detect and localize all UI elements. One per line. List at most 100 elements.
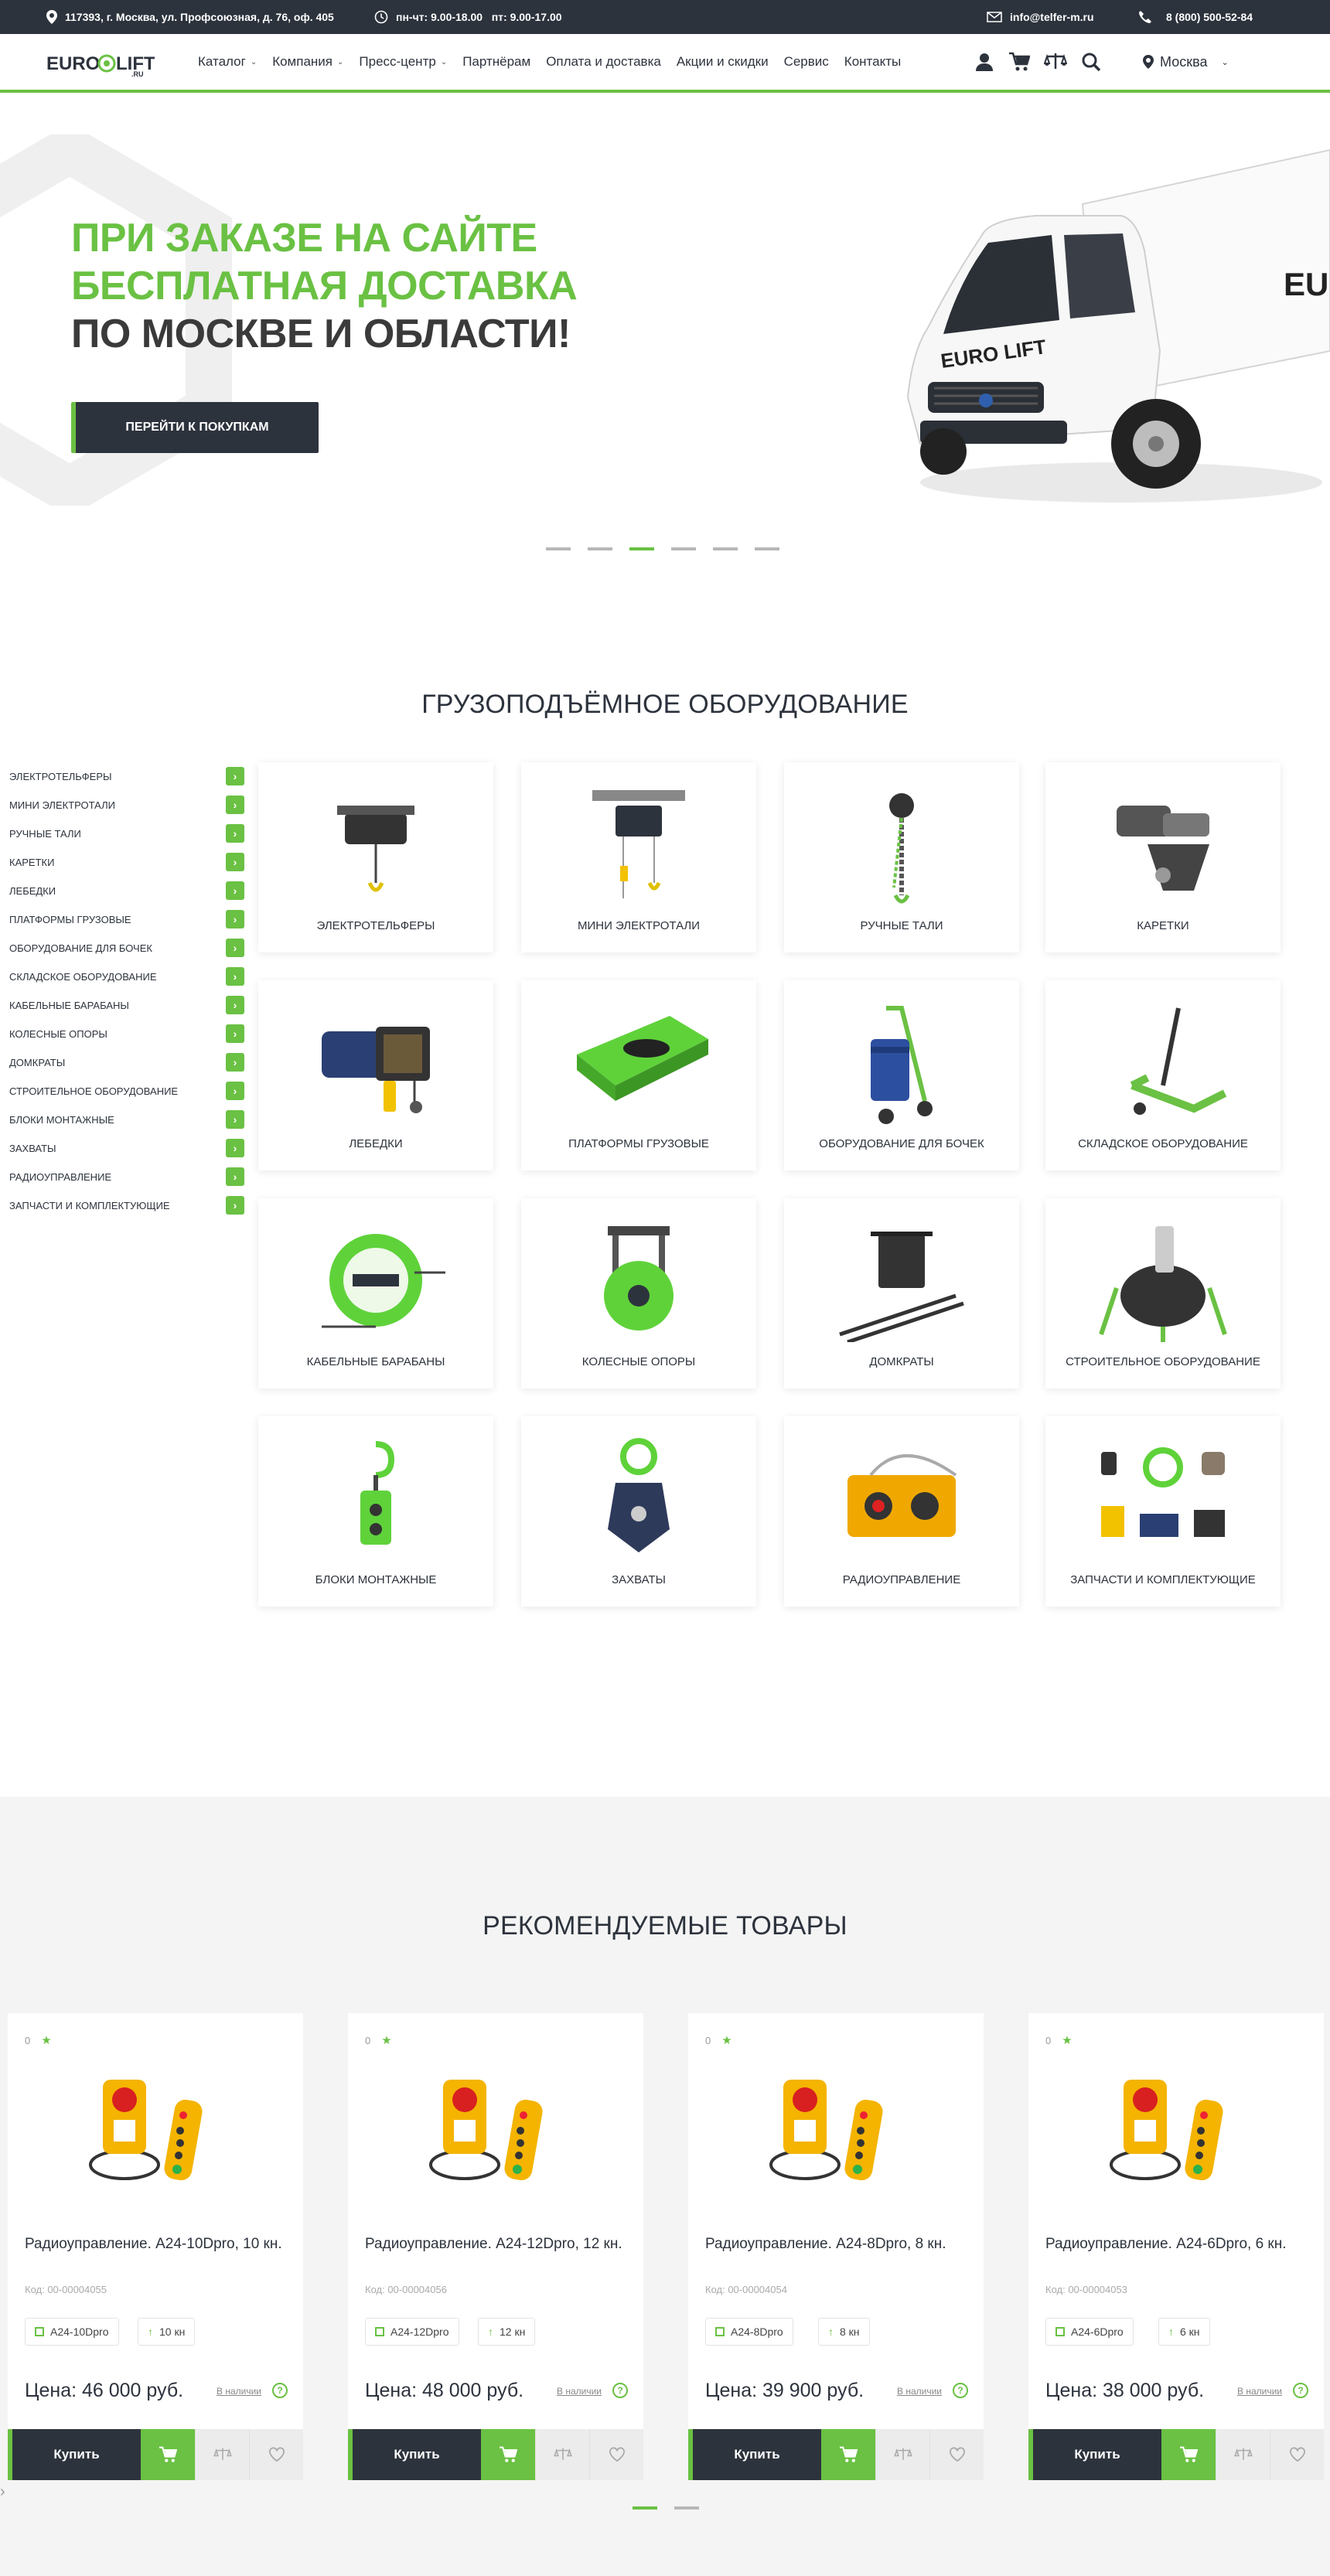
slider-dot[interactable] (674, 2506, 699, 2510)
compare-button[interactable] (535, 2429, 589, 2480)
sidebar-item[interactable]: СКЛАДСКОЕ ОБОРУДОВАНИЕ › (9, 963, 244, 991)
city-selector[interactable]: Москва ⌄ (1143, 34, 1229, 90)
chevron-right-icon[interactable]: › (226, 1024, 244, 1043)
sidebar-item[interactable]: МИНИ ЭЛЕКТРОТАЛИ › (9, 791, 244, 819)
compare-button[interactable] (195, 2429, 249, 2480)
slider-dot[interactable] (755, 547, 779, 550)
category-card[interactable]: КАБЕЛЬНЫЕ БАРАБАНЫ (258, 1198, 493, 1389)
slider-dot[interactable] (671, 547, 696, 550)
buy-button[interactable]: Купить (8, 2429, 141, 2480)
category-card[interactable]: ДОМКРАТЫ (784, 1198, 1019, 1389)
nav-service[interactable]: Сервис (784, 54, 829, 70)
category-card[interactable]: МИНИ ЭЛЕКТРОТАЛИ (521, 762, 756, 952)
chevron-right-icon[interactable]: › (226, 1167, 244, 1186)
sidebar-item[interactable]: ДОМКРАТЫ › (9, 1048, 244, 1077)
chevron-right-icon[interactable]: › (226, 939, 244, 957)
phone-link[interactable]: 8 (800) 500-52-84 (1138, 0, 1253, 34)
sidebar-item[interactable]: КАРЕТКИ › (9, 848, 244, 877)
sidebar-item[interactable]: ПЛАТФОРМЫ ГРУЗОВЫЕ › (9, 905, 244, 934)
carousel-left-arrow[interactable]: › (0, 2483, 12, 2502)
product-image[interactable] (759, 2056, 913, 2196)
chevron-right-icon[interactable]: › (226, 796, 244, 814)
sidebar-item[interactable]: БЛОКИ МОНТАЖНЫЕ › (9, 1106, 244, 1134)
cart-icon[interactable] (1008, 52, 1030, 72)
chevron-right-icon[interactable]: › (226, 1082, 244, 1100)
slider-dot[interactable] (588, 547, 612, 550)
sidebar-item[interactable]: ОБОРУДОВАНИЕ ДЛЯ БОЧЕК › (9, 934, 244, 963)
buy-button[interactable]: Купить (1028, 2429, 1161, 2480)
phone-text[interactable]: 8 (800) 500-52-84 (1166, 11, 1253, 23)
chevron-right-icon[interactable]: › (226, 1110, 244, 1129)
buy-button[interactable]: Купить (688, 2429, 821, 2480)
favorite-button[interactable] (929, 2429, 984, 2480)
info-icon[interactable]: ? (953, 2383, 968, 2398)
favorite-button[interactable] (589, 2429, 643, 2480)
product-image[interactable] (418, 2056, 573, 2196)
nav-promo[interactable]: Акции и скидки (677, 54, 769, 70)
chevron-right-icon[interactable]: › (226, 1196, 244, 1215)
slider-dot[interactable] (713, 547, 738, 550)
search-icon[interactable] (1081, 52, 1101, 72)
email-link[interactable]: info@telfer-m.ru (987, 0, 1094, 34)
favorite-button[interactable] (1270, 2429, 1324, 2480)
chevron-right-icon[interactable]: › (226, 881, 244, 900)
chevron-right-icon[interactable]: › (226, 1139, 244, 1157)
product-image[interactable] (78, 2056, 233, 2196)
compare-button[interactable] (1216, 2429, 1270, 2480)
category-card[interactable]: КОЛЕСНЫЕ ОПОРЫ (521, 1198, 756, 1389)
chevron-right-icon[interactable]: › (226, 824, 244, 843)
compare-icon[interactable] (1044, 52, 1067, 72)
chevron-right-icon[interactable]: › (226, 853, 244, 871)
add-to-cart-button[interactable] (1161, 2429, 1216, 2480)
category-card[interactable]: ОБОРУДОВАНИЕ ДЛЯ БОЧЕК (784, 980, 1019, 1170)
chevron-right-icon[interactable]: › (226, 996, 244, 1014)
category-card[interactable]: ЗАХВАТЫ (521, 1416, 756, 1607)
category-card[interactable]: ЛЕБЕДКИ (258, 980, 493, 1170)
chevron-right-icon[interactable]: › (226, 967, 244, 986)
add-to-cart-button[interactable] (141, 2429, 195, 2480)
slider-dot-active[interactable] (633, 2506, 657, 2510)
nav-payment[interactable]: Оплата и доставка (546, 54, 661, 70)
category-card[interactable]: КАРЕТКИ (1045, 762, 1281, 952)
category-card[interactable]: ЭЛЕКТРОТЕЛЬФЕРЫ (258, 762, 493, 952)
shop-now-button[interactable]: ПЕРЕЙТИ К ПОКУПКАМ (71, 402, 319, 453)
buy-button[interactable]: Купить (348, 2429, 481, 2480)
category-card[interactable]: РАДИОУПРАВЛЕНИЕ (784, 1416, 1019, 1607)
availability-link[interactable]: В наличии (557, 2386, 602, 2397)
chevron-right-icon[interactable]: › (226, 910, 244, 929)
info-icon[interactable]: ? (272, 2383, 288, 2398)
slider-dot-active[interactable] (629, 547, 654, 550)
availability-link[interactable]: В наличии (897, 2386, 942, 2397)
info-icon[interactable]: ? (612, 2383, 628, 2398)
slider-dot[interactable] (546, 547, 571, 550)
sidebar-item[interactable]: СТРОИТЕЛЬНОЕ ОБОРУДОВАНИЕ › (9, 1077, 244, 1106)
chevron-right-icon[interactable]: › (226, 1053, 244, 1072)
favorite-button[interactable] (249, 2429, 303, 2480)
sidebar-item[interactable]: КОЛЕСНЫЕ ОПОРЫ › (9, 1020, 244, 1048)
category-card[interactable]: СТРОИТЕЛЬНОЕ ОБОРУДОВАНИЕ (1045, 1198, 1281, 1389)
nav-company[interactable]: Компания ⌄ (272, 54, 343, 70)
category-card[interactable]: БЛОКИ МОНТАЖНЫЕ (258, 1416, 493, 1607)
category-card[interactable]: СКЛАДСКОЕ ОБОРУДОВАНИЕ (1045, 980, 1281, 1170)
nav-press[interactable]: Пресс-центр ⌄ (359, 54, 447, 70)
user-icon[interactable] (974, 52, 994, 72)
sidebar-item[interactable]: ЗАХВАТЫ › (9, 1134, 244, 1163)
sidebar-item[interactable]: РАДИОУПРАВЛЕНИЕ › (9, 1163, 244, 1191)
email-text[interactable]: info@telfer-m.ru (1010, 11, 1094, 23)
compare-button[interactable] (875, 2429, 929, 2480)
chevron-right-icon[interactable]: › (226, 767, 244, 785)
sidebar-item[interactable]: ЭЛЕКТРОТЕЛЬФЕРЫ › (9, 762, 244, 791)
availability-link[interactable]: В наличии (217, 2386, 261, 2397)
product-name[interactable]: Радиоуправление. А24-6Dpro, 6 кн. (1045, 2236, 1287, 2253)
sidebar-item[interactable]: КАБЕЛЬНЫЕ БАРАБАНЫ › (9, 991, 244, 1020)
nav-contacts[interactable]: Контакты (844, 54, 901, 70)
add-to-cart-button[interactable] (821, 2429, 875, 2480)
category-card[interactable]: РУЧНЫЕ ТАЛИ (784, 762, 1019, 952)
nav-catalog[interactable]: Каталог ⌄ (198, 54, 257, 70)
sidebar-item[interactable]: ЛЕБЕДКИ › (9, 877, 244, 905)
product-name[interactable]: Радиоуправление. А24-12Dpro, 12 кн. (365, 2236, 622, 2253)
logo[interactable]: EURO LIFT .RU (46, 48, 155, 79)
nav-partners[interactable]: Партнёрам (462, 54, 530, 70)
add-to-cart-button[interactable] (481, 2429, 535, 2480)
category-card[interactable]: ПЛАТФОРМЫ ГРУЗОВЫЕ (521, 980, 756, 1170)
